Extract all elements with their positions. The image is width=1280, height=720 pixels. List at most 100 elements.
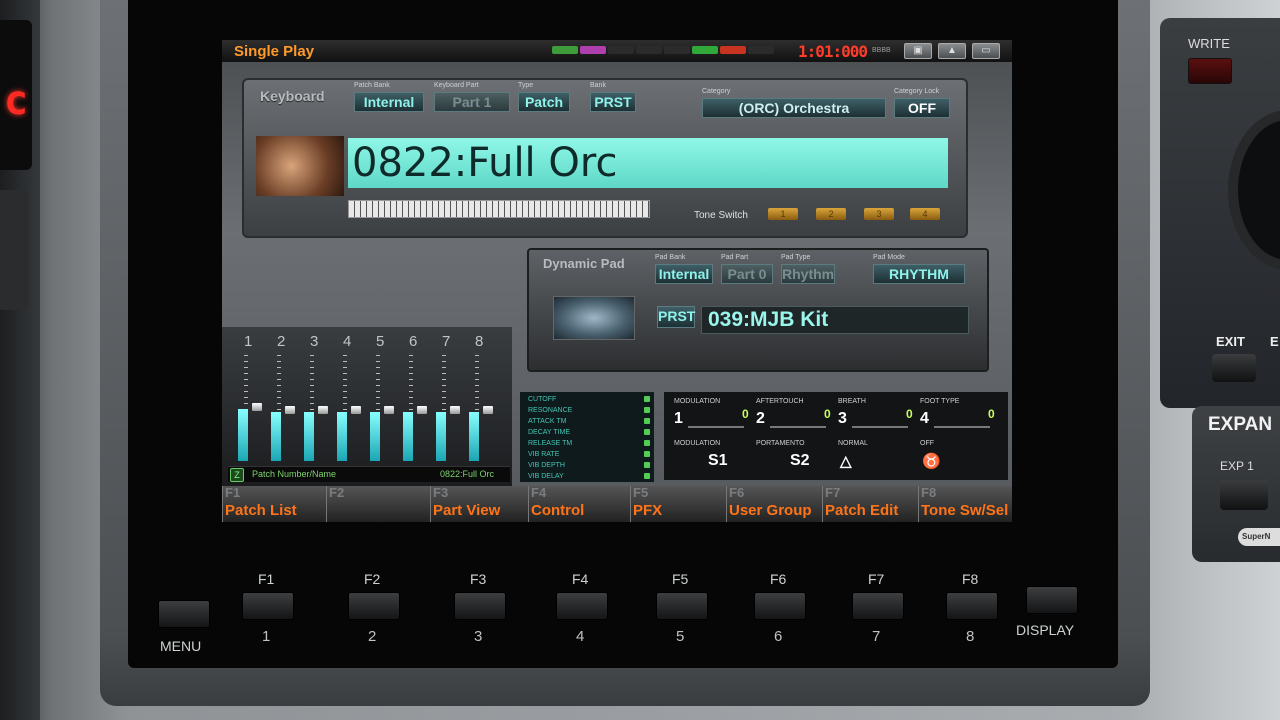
part-caption: Keyboard Part xyxy=(434,82,479,89)
control-item[interactable]: RESONANCE xyxy=(528,407,572,414)
hw-button-7[interactable] xyxy=(852,592,904,620)
midi-meter-5 xyxy=(664,46,690,54)
hw-f-label: F6 xyxy=(770,571,787,587)
hw-button-4[interactable] xyxy=(556,592,608,620)
footer-label: Patch Number/Name xyxy=(252,469,337,479)
category-field[interactable]: (ORC) Orchestra xyxy=(702,98,886,118)
bank-group-field[interactable]: PRST xyxy=(590,92,636,112)
hw-button-2[interactable] xyxy=(348,592,400,620)
hw-f-label: F2 xyxy=(364,571,381,587)
cc-bar xyxy=(934,426,990,428)
bank-group-caption: Bank xyxy=(590,82,606,89)
function-button-f3[interactable]: F3 Part View xyxy=(430,485,528,522)
control-item[interactable]: ATTACK TM xyxy=(528,418,567,425)
cc-bar xyxy=(852,426,908,428)
exp1-button[interactable] xyxy=(1220,480,1268,510)
pad-bank-field[interactable]: Internal xyxy=(655,264,713,284)
control-item[interactable]: VIB RATE xyxy=(528,451,559,458)
fader-knob[interactable] xyxy=(384,406,394,414)
hw-number: 7 xyxy=(872,628,881,645)
tone-switch-1[interactable]: 1 xyxy=(768,208,798,220)
control-item[interactable]: VIB DELAY xyxy=(528,473,564,480)
hw-f-label: F7 xyxy=(868,571,885,587)
hw-button-8[interactable] xyxy=(946,592,998,620)
cc-channel: 1 xyxy=(674,410,683,427)
hw-button-3[interactable] xyxy=(454,592,506,620)
lock-field[interactable]: OFF xyxy=(894,98,950,118)
mixer-channel-4: 4 xyxy=(335,333,365,463)
control-item[interactable]: DECAY TIME xyxy=(528,429,570,436)
function-label: User Group xyxy=(729,502,812,519)
hw-button-1[interactable] xyxy=(242,592,294,620)
tone-switch-3[interactable]: 3 xyxy=(864,208,894,220)
write-button[interactable] xyxy=(1188,58,1232,84)
enter-label: E xyxy=(1270,334,1279,349)
cc-value[interactable]: 0 xyxy=(988,407,995,421)
cc-bar xyxy=(770,426,826,428)
pad-bank-group[interactable]: PRST xyxy=(657,306,695,328)
patch-name-display[interactable]: 0822:Full Orc xyxy=(348,138,948,188)
mixer-channel-5: 5 xyxy=(368,333,398,463)
function-number: F5 xyxy=(633,485,649,500)
cc-label: MODULATION xyxy=(674,398,721,405)
function-button-f6[interactable]: F6 User Group xyxy=(726,485,822,522)
fader-knob[interactable] xyxy=(252,403,262,411)
up-icon[interactable]: ▲ xyxy=(938,43,966,59)
fader-knob[interactable] xyxy=(483,406,493,414)
function-button-f1[interactable]: F1 Patch List xyxy=(222,485,326,522)
function-button-f7[interactable]: F7 Patch Edit xyxy=(822,485,918,522)
midi-meter-2 xyxy=(580,46,606,54)
pad-part-field[interactable]: Part 0 xyxy=(721,264,773,284)
switch-value[interactable]: S1 xyxy=(708,452,728,470)
display-button[interactable] xyxy=(1026,586,1078,614)
midi-meters xyxy=(552,46,774,54)
song-position: 1:01:000 xyxy=(798,42,868,61)
kit-name-display[interactable]: 039:MJB Kit xyxy=(701,306,969,334)
hw-number: 6 xyxy=(774,628,783,645)
screen-icon[interactable]: ▣ xyxy=(904,43,932,59)
menu-button[interactable] xyxy=(158,600,210,628)
hw-button-6[interactable] xyxy=(754,592,806,620)
pad-type-field[interactable]: Rhythm xyxy=(781,264,835,284)
fader-knob[interactable] xyxy=(318,406,328,414)
tone-switch-2[interactable]: 2 xyxy=(816,208,846,220)
tone-switch-4[interactable]: 4 xyxy=(910,208,940,220)
function-button-f8[interactable]: F8 Tone Sw/Sel xyxy=(918,485,1012,522)
hw-button-5[interactable] xyxy=(656,592,708,620)
window-icon[interactable]: ▭ xyxy=(972,43,1000,59)
part-field[interactable]: Part 1 xyxy=(434,92,510,112)
control-item[interactable]: RELEASE TM xyxy=(528,440,572,447)
control-item[interactable]: CUTOFF xyxy=(528,396,556,403)
cc-value[interactable]: 0 xyxy=(742,407,749,421)
hw-number: 8 xyxy=(966,628,975,645)
mini-keyboard xyxy=(348,200,650,218)
function-button-f2[interactable]: F2 xyxy=(326,485,430,522)
bank-field[interactable]: Internal xyxy=(354,92,424,112)
midi-meter-8 xyxy=(748,46,774,54)
cc-channel: 4 xyxy=(920,410,929,427)
mixer-channel-1: 1 xyxy=(236,333,266,463)
fader-knob[interactable] xyxy=(351,406,361,414)
lock-caption: Category Lock xyxy=(894,88,940,95)
function-button-f5[interactable]: F5 PFX xyxy=(630,485,726,522)
cc-label: BREATH xyxy=(838,398,866,405)
cc-value[interactable]: 0 xyxy=(824,407,831,421)
fader-knob[interactable] xyxy=(450,406,460,414)
cc-value[interactable]: 0 xyxy=(906,407,913,421)
exit-button[interactable] xyxy=(1212,354,1256,382)
type-field[interactable]: Patch xyxy=(518,92,570,112)
normal-pedal-icon: △ xyxy=(840,453,852,470)
function-number: F8 xyxy=(921,485,937,500)
switch-value[interactable]: S2 xyxy=(790,452,810,470)
control-item[interactable]: VIB DEPTH xyxy=(528,462,565,469)
midi-meter-1 xyxy=(552,46,578,54)
control-indicator xyxy=(644,418,650,424)
exit-label: EXIT xyxy=(1216,334,1245,349)
clock-unit: BBBB xyxy=(872,47,891,54)
fader-knob[interactable] xyxy=(417,406,427,414)
fader-knob[interactable] xyxy=(285,406,295,414)
pad-mode-field[interactable]: RHYTHM xyxy=(873,264,965,284)
function-button-f4[interactable]: F4 Control xyxy=(528,485,630,522)
channel-number: 2 xyxy=(277,333,286,350)
function-number: F2 xyxy=(329,485,345,500)
